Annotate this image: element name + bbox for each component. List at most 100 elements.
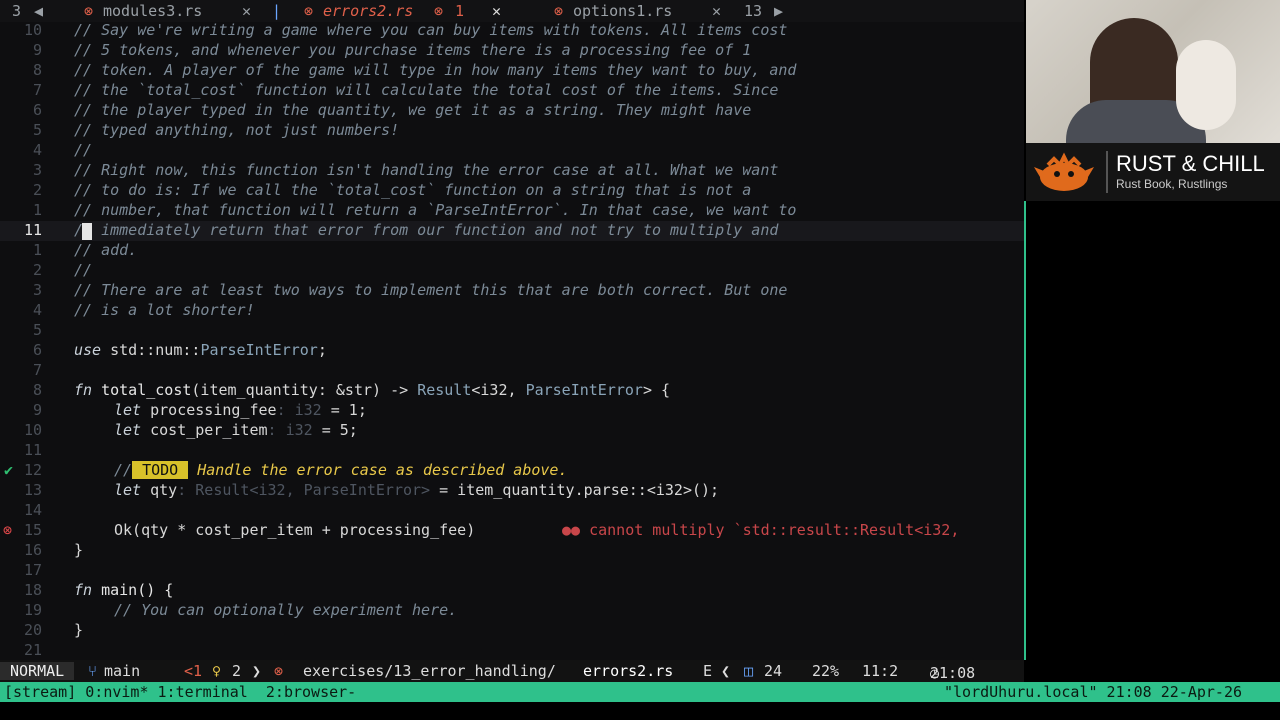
mode-indicator: NORMAL xyxy=(0,662,75,680)
line-number: 5 xyxy=(32,321,42,339)
error-sign-icon: ⊗ xyxy=(3,521,13,539)
tmux-host-time: "lordUhuru.local" 21:08 22-Apr-26 xyxy=(944,683,1243,701)
tabs-left-count: 3 xyxy=(12,2,22,20)
code-line-todo: //TODO Handle the error case as describe… xyxy=(114,461,568,479)
brand-title: RUST & CHILL xyxy=(1116,151,1265,176)
code-line-fn-total-cost: fn total_cost(item_quantity: &str) -> Re… xyxy=(74,381,671,399)
tmux-statusbar: [stream] 0:nvim* 1:terminal 2:browser- "… xyxy=(0,682,1280,702)
line-number: 5 xyxy=(32,121,42,139)
comment-line: // xyxy=(74,261,93,279)
line-number: 20 xyxy=(23,621,42,639)
code-line-use: use std::num::ParseIntError; xyxy=(74,341,327,359)
buffer-tabline: 3 ◀ ⊗ modules3.rs ✕ | ⊗ errors2.rs ⊗ 1 ✕… xyxy=(0,0,1024,22)
git-branch: main xyxy=(104,662,141,680)
line-number: 18 xyxy=(23,581,42,599)
line-number: 16 xyxy=(23,541,42,559)
code-line-main-comment: // You can optionally experiment here. xyxy=(114,601,458,619)
line-number: 19 xyxy=(23,601,42,619)
comment-line: // typed anything, not just numbers! xyxy=(74,121,400,139)
comment-line: // the `total_cost` function will calcul… xyxy=(74,81,779,99)
line-number: 11 xyxy=(23,221,42,239)
git-branch-icon: ⑂ xyxy=(88,662,98,680)
tab-error-count: 1 xyxy=(455,2,465,20)
tabs-right-count: 13 xyxy=(744,2,763,20)
tab-separator: | xyxy=(272,2,282,20)
git-diff: <1 xyxy=(184,662,203,680)
line-number: 9 xyxy=(32,401,42,419)
encoding-indicator: E xyxy=(703,662,713,680)
line-number: 7 xyxy=(32,81,42,99)
rust-file-icon: ⊗ xyxy=(84,2,94,20)
comment-line: // xyxy=(74,141,93,159)
line-number: 8 xyxy=(32,381,42,399)
comment-line: // 5 tokens, and whenever you purchase i… xyxy=(74,41,752,59)
comment-line: // to do is: If we call the `total_cost`… xyxy=(74,181,752,199)
cube-icon: ◫ xyxy=(744,662,754,680)
rust-file-icon: ⊗ xyxy=(274,662,284,680)
code-line-qty: let qty: Result<i32, ParseIntError> = it… xyxy=(114,481,720,499)
line-number: 2 xyxy=(32,181,42,199)
line-number: 21 xyxy=(23,641,42,659)
scroll-percent: 22% xyxy=(812,662,840,680)
code-line-fn-main: fn main() { xyxy=(74,581,174,599)
todo-badge: TODO xyxy=(132,461,189,479)
cursor-position: 11:2 xyxy=(862,662,899,680)
ferris-crab-icon xyxy=(1034,152,1094,191)
comment-line: // number, that function will return a `… xyxy=(74,201,797,219)
tab-modules3[interactable]: modules3.rs xyxy=(103,2,202,20)
tab-options1[interactable]: options1.rs xyxy=(573,2,672,20)
line-number: 17 xyxy=(23,561,42,579)
tab-next-icon[interactable]: ▶ xyxy=(774,2,783,20)
rust-file-icon: ⊗ xyxy=(554,2,564,20)
comment-line: // add. xyxy=(74,241,138,259)
line-number: 10 xyxy=(23,421,42,439)
editor-pane[interactable]: 3 ◀ ⊗ modules3.rs ✕ | ⊗ errors2.rs ⊗ 1 ✕… xyxy=(0,0,1024,660)
stream-brand-banner: RUST & CHILL Rust Book, Rustlings xyxy=(1026,143,1280,201)
comment-line: // Say we're writing a game where you ca… xyxy=(74,21,788,39)
line-number: 1 xyxy=(32,241,42,259)
line-number: 11 xyxy=(23,441,42,459)
line-number: 6 xyxy=(32,101,42,119)
tab-close-icon[interactable]: ✕ xyxy=(712,2,721,20)
text-cursor xyxy=(82,223,92,240)
chevron-left-icon: ❮ xyxy=(721,662,731,680)
line-number: 2 xyxy=(32,261,42,279)
line-number: 9 xyxy=(32,41,42,59)
line-number: 4 xyxy=(32,301,42,319)
comment-line: // is a lot shorter! xyxy=(74,301,255,319)
chevron-right-icon: ❯ xyxy=(252,662,262,680)
line-number: 14 xyxy=(23,501,42,519)
line-number: 8 xyxy=(32,61,42,79)
code-line-processing-fee: let processing_fee: i32 = 1; xyxy=(114,401,367,419)
line-number: 4 xyxy=(32,141,42,159)
error-diagnostic[interactable]: ●● cannot multiply `std::result::Result<… xyxy=(562,521,959,539)
tab-prev-icon[interactable]: ◀ xyxy=(34,2,43,20)
tab-close-icon[interactable]: ✕ xyxy=(492,2,501,20)
hint-count: 2 xyxy=(232,662,242,680)
line-number: 6 xyxy=(32,341,42,359)
line-number: 1 xyxy=(32,201,42,219)
line-number: 3 xyxy=(32,281,42,299)
line-number: 7 xyxy=(32,361,42,379)
code-line-ok-return: Ok(qty * cost_per_item + processing_fee) xyxy=(114,521,476,539)
comment-line: // the player typed in the quantity, we … xyxy=(74,101,752,119)
line-number: 13 xyxy=(23,481,42,499)
code-line-close-brace: } xyxy=(74,541,84,559)
pane-border xyxy=(1024,201,1026,660)
file-name: errors2.rs xyxy=(583,662,674,680)
brand-subtitle: Rust Book, Rustlings xyxy=(1116,177,1228,191)
comment-line: // token. A player of the game will type… xyxy=(74,61,797,79)
rust-file-icon: ⊗ xyxy=(304,2,314,20)
code-line-main-close: } xyxy=(74,621,84,639)
line-count: 24 xyxy=(764,662,783,680)
comment-line: // Right now, this function isn't handli… xyxy=(74,161,779,179)
tab-errors2[interactable]: errors2.rs xyxy=(323,2,413,20)
code-line-cost-per-item: let cost_per_item: i32 = 5; xyxy=(114,421,358,439)
tmux-windows[interactable]: [stream] 0:nvim* 1:terminal 2:browser- xyxy=(4,683,356,701)
error-icon: ⊗ xyxy=(434,2,444,20)
webcam-feed xyxy=(1026,0,1280,143)
tab-close-icon[interactable]: ✕ xyxy=(242,2,251,20)
vim-statusline: NORMAL ⑂ main <1 ♀ 2 ❯ ⊗ exercises/13_er… xyxy=(0,660,1024,682)
comment-line: // immediately return that error from ou… xyxy=(74,221,779,239)
line-number: 10 xyxy=(23,21,42,39)
